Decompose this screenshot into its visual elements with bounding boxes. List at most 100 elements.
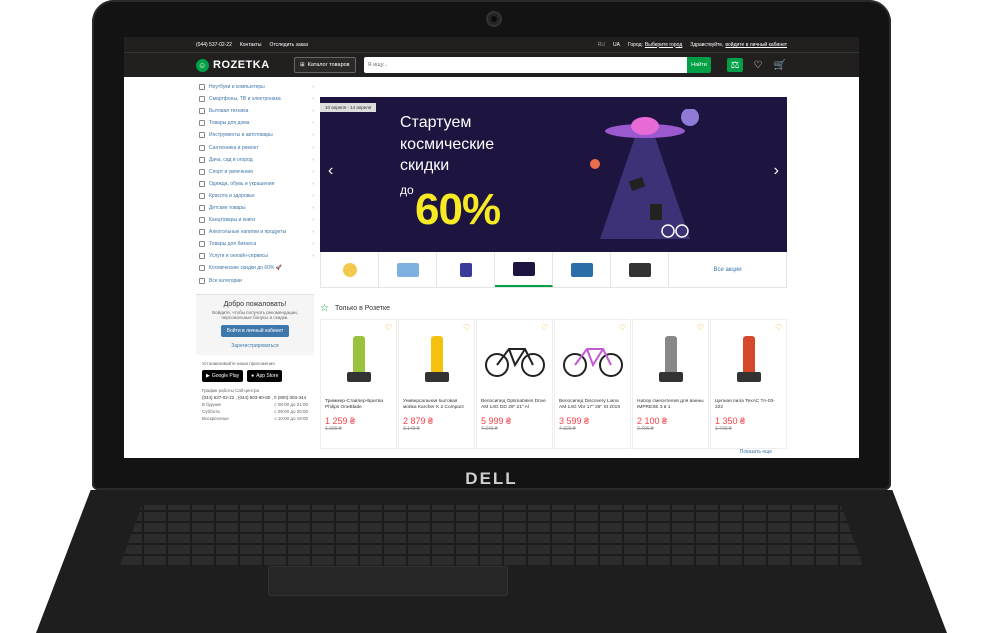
promo-banner[interactable]: 10 апреля - 14 апреля Стартуем космическ… — [320, 97, 787, 252]
sidebar-item-label: Канцтовары и книги — [209, 217, 256, 224]
product-card[interactable]: ♡ Набор смесителей для ванны IMPRESE 3 в … — [632, 319, 709, 449]
product-name[interactable]: Набор смесителей для ванны IMPRESE 3 в 1 — [637, 399, 704, 413]
wishlist-heart-icon[interactable]: ♡ — [463, 323, 470, 332]
product-card[interactable]: ♡ Цепная пила TexAC TA-03-222 1 350 ₴ 1 700… — [710, 319, 787, 449]
chevron-right-icon: › — [312, 108, 314, 115]
product-image[interactable] — [715, 330, 782, 390]
category-icon — [199, 204, 205, 211]
sidebar-item[interactable]: Канцтовары и книги › — [196, 214, 314, 226]
sidebar-item[interactable]: Смартфоны, ТВ и электроника › — [196, 93, 314, 105]
brand-logo[interactable]: ☺ ROZETKA — [196, 58, 286, 72]
sidebar-item[interactable]: Ноутбуки и компьютеры › — [196, 81, 314, 93]
promo-thumb[interactable] — [321, 252, 379, 287]
product-card[interactable]: ♡ Универсальная бытовая мойка Karcher K 2… — [398, 319, 475, 449]
login-link[interactable]: войдите в личный кабинет — [725, 42, 787, 48]
wishlist-heart-icon[interactable]: ♡ — [385, 323, 392, 332]
sidebar-item[interactable]: Одежда, обувь и украшения › — [196, 178, 314, 190]
login-button[interactable]: Войти в личный кабинет — [220, 325, 290, 338]
lang-ua[interactable]: UA — [613, 42, 620, 48]
sidebar-item[interactable]: Алкогольные напитки и продукты › — [196, 226, 314, 238]
product-name[interactable]: Велосипед Discovery Liana AM 14G Vbr 17"… — [559, 399, 626, 413]
chevron-right-icon: › — [312, 180, 314, 187]
apple-icon: ● — [251, 373, 255, 380]
phone-link[interactable]: (044) 537-02-22 — [196, 42, 232, 48]
category-icon — [199, 265, 205, 272]
sidebar-item[interactable]: Красота и здоровье › — [196, 190, 314, 202]
product-image[interactable] — [403, 330, 470, 390]
promo-thumb[interactable] — [611, 252, 669, 287]
phone-thumb-icon — [459, 262, 472, 277]
chevron-right-icon: › — [312, 168, 314, 175]
product-name[interactable]: Универсальная бытовая мойка Karcher K 2 … — [403, 399, 470, 413]
category-icon — [199, 120, 205, 127]
trimmer-icon — [339, 332, 379, 389]
schedule-day: В будние — [202, 402, 221, 408]
sidebar-item-label: Бытовая техника — [209, 108, 249, 115]
product-image[interactable] — [325, 330, 392, 390]
promo-thumb-active[interactable] — [495, 252, 553, 287]
keyboard — [120, 505, 863, 565]
sidebar-item[interactable]: Товары для дома › — [196, 117, 314, 129]
callcenter-phones[interactable]: (044) 537-02-22 , (044) 503-80-80 , 0 (8… — [202, 395, 308, 402]
chevron-right-icon: › — [312, 144, 314, 151]
product-image[interactable] — [559, 330, 626, 390]
search-button[interactable]: Найти — [687, 57, 711, 73]
track-order-link[interactable]: Отследить заказ — [269, 42, 308, 48]
show-more-link[interactable]: Показать еще — [740, 449, 772, 455]
product-list: ♡ Триммер-Стайлер-Бритва Philips OneBlade… — [320, 319, 787, 449]
promo-thumb[interactable] — [437, 252, 495, 287]
compare-icon[interactable]: ⚖ — [727, 58, 743, 72]
product-card[interactable]: ♡ Триммер-Стайлер-Бритва Philips OneBlade… — [320, 319, 397, 449]
product-image[interactable] — [481, 330, 548, 390]
contacts-link[interactable]: Контакты — [240, 42, 262, 48]
google-play-button[interactable]: ▶ Google Play — [202, 370, 244, 383]
sidebar-item[interactable]: Инструменты и автотовары › — [196, 129, 314, 141]
product-card[interactable]: ♡ Велосипед Optimabikes Drive AM 14G DD 2… — [476, 319, 553, 449]
sidebar-item[interactable]: Услуги и онлайн-сервисы › — [196, 250, 314, 262]
callcenter-title: График работы Call-центра — [202, 388, 259, 394]
sidebar-item[interactable]: Спорт и увлечения › — [196, 166, 314, 178]
wishlist-heart-icon[interactable]: ♡ — [775, 323, 782, 332]
sidebar-item[interactable]: Космические скидки до 60% 🚀 — [196, 262, 314, 274]
screen: (044) 537-02-22 Контакты Отследить заказ… — [124, 37, 859, 458]
search-input[interactable] — [363, 57, 687, 73]
category-icon — [199, 192, 205, 199]
sidebar-item-label: Дача, сад и огород — [209, 156, 253, 163]
wishlist-heart-icon[interactable]: ♡ — [541, 323, 548, 332]
wishlist-heart-icon[interactable]: ♡ — [751, 58, 765, 72]
app-store-button[interactable]: ● App Store — [247, 370, 283, 383]
sidebar-item[interactable]: Дача, сад и огород › — [196, 154, 314, 166]
product-price: 1 259 ₴ — [325, 416, 356, 426]
apps-label: Устанавливайте наши приложения — [202, 361, 275, 367]
product-image[interactable] — [637, 330, 704, 390]
lang-ru[interactable]: RU — [598, 42, 605, 48]
product-name[interactable]: Велосипед Optimabikes Drive AM 14G DD 29… — [481, 399, 548, 413]
wishlist-heart-icon[interactable]: ♡ — [619, 323, 626, 332]
schedule-row: Воскресенье с 10:00 до 19:00 — [202, 416, 308, 423]
category-icon — [199, 108, 205, 115]
ufo-thumb-icon — [512, 261, 535, 276]
sidebar-item[interactable]: Сантехника и ремонт › — [196, 141, 314, 153]
banner-prev-chevron-icon[interactable]: ‹ — [328, 162, 333, 180]
register-link[interactable]: Зарегистрироваться — [202, 343, 308, 349]
promo-thumb[interactable] — [379, 252, 437, 287]
sidebar-item[interactable]: Товары для бизнеса › — [196, 238, 314, 250]
section-title: Только в Розетке — [334, 305, 391, 312]
sidebar-item-label: Алкогольные напитки и продукты — [209, 229, 287, 236]
sidebar-item[interactable]: Бытовая техника › — [196, 105, 314, 117]
wishlist-heart-icon[interactable]: ♡ — [697, 323, 704, 332]
product-name[interactable]: Цепная пила TexAC TA-03-222 — [715, 399, 782, 413]
main-content: 10 апреля - 14 апреля Стартуем космическ… — [320, 77, 787, 455]
cart-icon[interactable]: 🛒 — [773, 58, 787, 72]
promo-thumb[interactable] — [553, 252, 611, 287]
banner-next-chevron-icon[interactable]: › — [774, 162, 779, 180]
schedule-day: Суббота — [202, 409, 220, 415]
product-name[interactable]: Триммер-Стайлер-Бритва Philips OneBlade — [325, 399, 392, 413]
city-select[interactable]: Выберите город — [645, 42, 682, 48]
all-sales-link[interactable]: Все акции — [669, 252, 786, 287]
sidebar-item[interactable]: Детские товары › — [196, 202, 314, 214]
catalog-button-label: Каталог товаров — [307, 62, 350, 68]
catalog-button[interactable]: ⊞ Каталог товаров — [294, 57, 356, 73]
sidebar-item[interactable]: Все категории — [196, 275, 314, 287]
product-card[interactable]: ♡ Велосипед Discovery Liana AM 14G Vbr 17… — [554, 319, 631, 449]
